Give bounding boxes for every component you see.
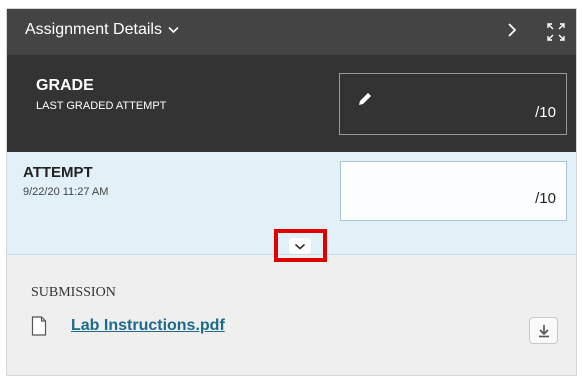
panel-header: Assignment Details [7, 9, 576, 55]
grade-section: GRADE LAST GRADED ATTEMPT /10 [7, 55, 576, 152]
assignment-details-dropdown[interactable]: Assignment Details [25, 21, 179, 39]
attempt-label: ATTEMPT [23, 164, 93, 181]
fullscreen-icon[interactable] [547, 23, 565, 41]
header-title: Assignment Details [25, 21, 162, 39]
attempt-date: 9/22/20 11:27 AM [23, 186, 109, 198]
assignment-details-panel: Assignment Details GRADE LAST GRADED ATT… [6, 8, 577, 376]
attempt-score: /10 [535, 190, 556, 207]
highlight-box [274, 229, 327, 262]
download-button[interactable] [529, 317, 558, 344]
grade-score: /10 [535, 104, 556, 121]
submission-file-link[interactable]: Lab Instructions.pdf [71, 317, 225, 335]
download-icon [539, 325, 549, 338]
grade-input[interactable]: /10 [339, 73, 567, 135]
submission-label: SUBMISSION [31, 285, 116, 300]
pencil-icon[interactable] [356, 90, 374, 108]
grade-label: GRADE [36, 77, 94, 94]
document-icon [31, 316, 47, 336]
attempt-grade-input[interactable]: /10 [340, 161, 567, 221]
chevron-right-icon[interactable] [507, 21, 525, 41]
chevron-down-icon [168, 21, 179, 39]
last-graded-attempt-label: LAST GRADED ATTEMPT [36, 100, 167, 112]
